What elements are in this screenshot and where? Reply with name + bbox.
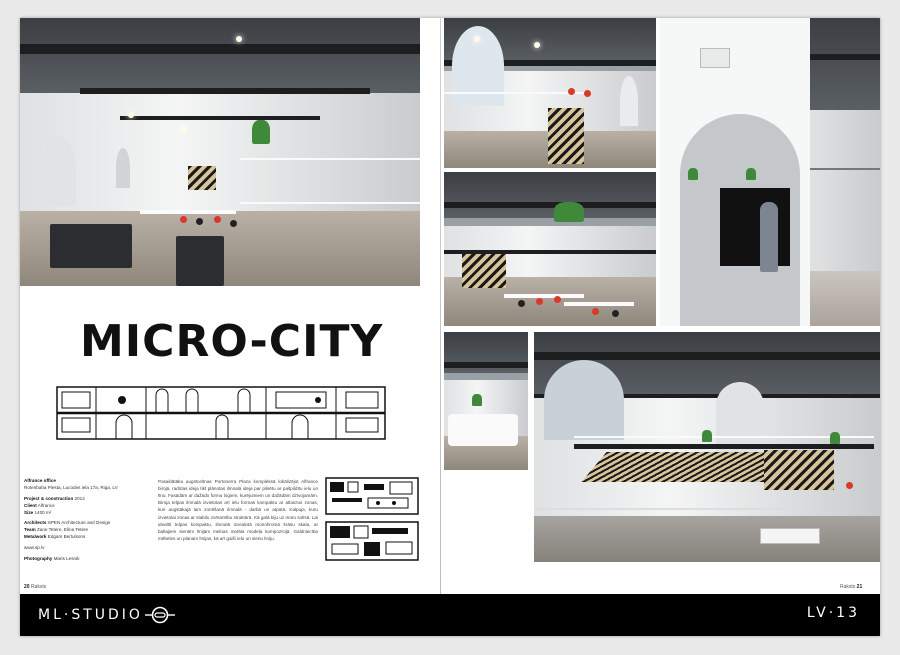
photo-value: Maris Lesnik <box>53 556 80 562</box>
issue-number: LV·13 <box>806 605 860 621</box>
team-label: Team <box>24 527 36 533</box>
folio-left-label: Raksts <box>30 584 47 590</box>
brand: ML·STUDIO <box>38 606 175 624</box>
project-name: Alfrance office <box>24 478 56 483</box>
page-gutter <box>440 18 441 594</box>
project-address: Rotenbaha Piesta, Lucodes iela 17a, Riga… <box>24 484 118 490</box>
magazine-spread: MICRO-CITY Alfrance office Rotenbaha Pie… <box>20 18 880 636</box>
client-value: Alfrance <box>37 502 55 508</box>
folio-left-number: 20 <box>24 584 30 590</box>
folio-right-number: 21 <box>856 584 863 590</box>
photo-label: Photography <box>24 556 53 562</box>
folio-right-label: Raksts <box>840 584 856 590</box>
team-value: Zane Tetere, Elina Tetere <box>36 527 89 533</box>
photo-stairs-arch <box>444 18 656 168</box>
client-label: Client <box>24 502 37 508</box>
folio-left: 20 Raksts <box>24 584 46 590</box>
website: www.sp.lv <box>24 545 45 551</box>
photo-staircase <box>534 332 880 562</box>
project-label: Project & construction <box>24 495 74 501</box>
project-value: 2012 <box>74 495 85 501</box>
metalwork-label: Metalwork <box>24 534 47 540</box>
folio-right: Raksts 21 <box>840 584 862 590</box>
photo-reception <box>444 332 528 470</box>
brand-logo-icon <box>144 606 175 624</box>
photo-dining <box>444 172 656 326</box>
hero-photo <box>20 18 420 286</box>
floorplan-drawing <box>325 477 419 561</box>
size-value: 1400 m² <box>34 509 52 515</box>
article-body: Pasaklātāka augstceltnas Portonerra Plaz… <box>158 479 318 541</box>
photo-arch-lounge <box>660 18 880 326</box>
size-label: Size <box>24 509 34 515</box>
architects-label: Architects <box>24 520 47 526</box>
footer-bar: ML·STUDIO LV·13 <box>20 594 880 636</box>
elevation-drawing <box>56 386 386 440</box>
credits-block: Alfrance office Rotenbaha Piesta, Lucode… <box>24 478 128 563</box>
brand-wordmark: ML·STUDIO <box>38 607 143 623</box>
article-title: MICRO-CITY <box>80 316 384 367</box>
metalwork-value: Edgars Bertulsons <box>47 534 86 540</box>
architects-value: SPEN Architecture and Design <box>47 520 111 526</box>
